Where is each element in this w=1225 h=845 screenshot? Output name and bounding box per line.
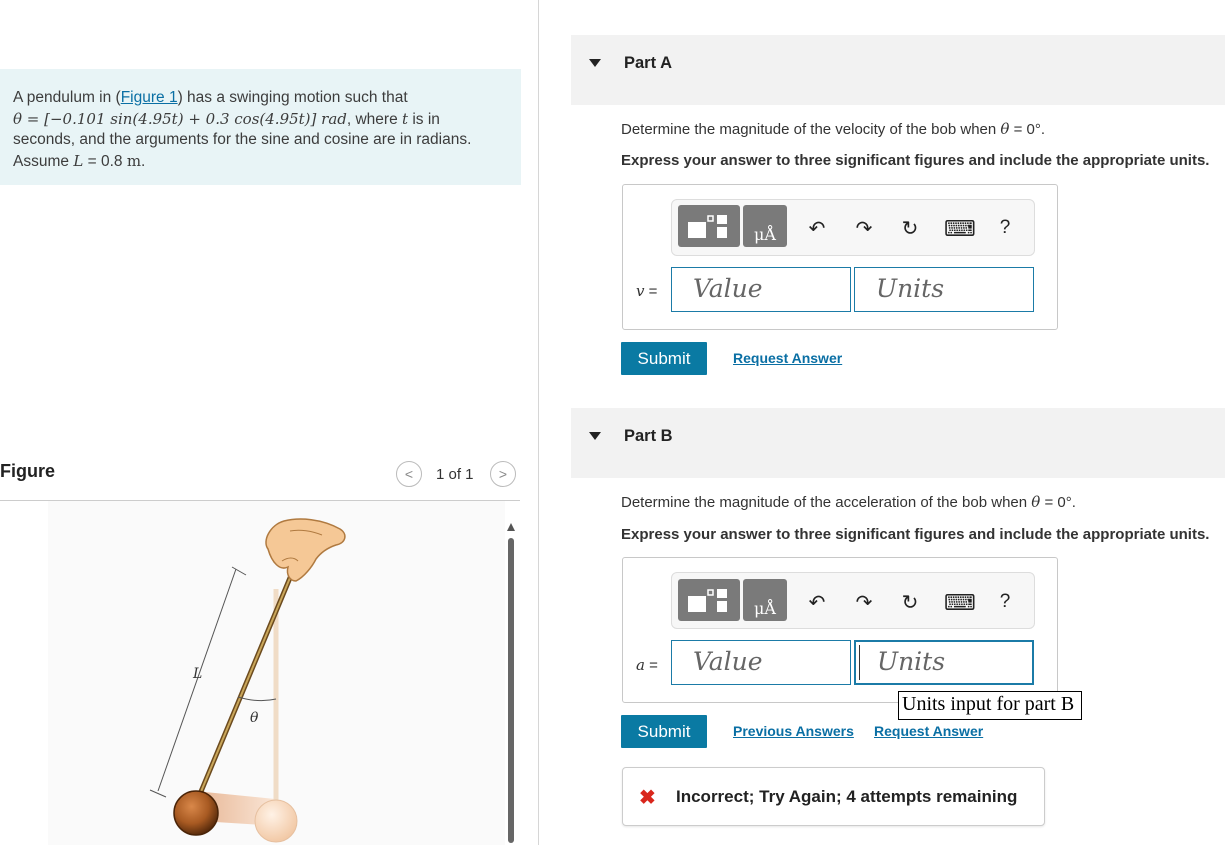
redo-icon[interactable]: ↷ [852, 216, 876, 241]
chevron-left-icon: < [404, 466, 414, 482]
reset-icon[interactable]: ↻ [898, 216, 922, 241]
acceleration-variable: a [636, 656, 645, 674]
scrollbar-thumb[interactable] [508, 538, 514, 843]
part-a-request-answer-link[interactable]: Request Answer [733, 350, 842, 366]
question-text: = 0°. [1040, 494, 1076, 511]
keyboard-icon[interactable]: ⌨ [944, 216, 976, 242]
problem-statement: A pendulum in (Figure 1) has a swinging … [13, 88, 513, 172]
problem-text: . [141, 152, 146, 170]
equals-sign: = [644, 657, 658, 674]
problem-text: seconds, and the arguments for the sine … [13, 131, 472, 148]
question-text: = 0°. [1009, 121, 1046, 138]
undo-icon[interactable]: ↶ [805, 590, 829, 615]
question-text: Determine the magnitude of the accelerat… [621, 494, 1032, 511]
part-b-request-answer-link[interactable]: Request Answer [874, 723, 983, 739]
scroll-up-arrow[interactable] [507, 523, 515, 531]
pendulum-bob [173, 790, 219, 836]
part-a-value-input[interactable]: Value [671, 267, 851, 312]
question-text: Determine the magnitude of the velocity … [621, 121, 1001, 138]
help-icon[interactable]: ? [993, 591, 1017, 613]
part-a-submit-button[interactable]: Submit [621, 342, 707, 375]
figure-link[interactable]: Figure 1 [121, 89, 178, 106]
length-unit: m [126, 151, 142, 170]
units-symbol-button[interactable]: μÅ [743, 205, 787, 247]
chevron-right-icon: > [498, 466, 508, 482]
templates-button[interactable] [678, 205, 740, 247]
angle-label: θ [250, 710, 259, 726]
part-b-instruction: Express your answer to three significant… [621, 526, 1210, 543]
part-a-units-input[interactable]: Units [854, 267, 1034, 312]
part-b-question: Determine the magnitude of the accelerat… [621, 493, 1076, 511]
incorrect-icon: ✖ [639, 787, 656, 809]
velocity-label: v = [636, 282, 657, 300]
part-b-title: Part B [624, 427, 673, 445]
undo-icon[interactable]: ↶ [805, 216, 829, 241]
part-b-units-input[interactable]: Units [854, 640, 1034, 685]
keyboard-icon[interactable]: ⌨ [944, 590, 976, 616]
figure-prev-button[interactable]: < [396, 461, 422, 487]
redo-icon[interactable]: ↷ [852, 590, 876, 615]
collapse-triangle-icon[interactable] [589, 59, 601, 67]
collapse-triangle-icon[interactable] [589, 432, 601, 440]
equals-sign: = [644, 283, 658, 300]
units-symbol-icon: μÅ [754, 225, 776, 244]
previous-answers-link[interactable]: Previous Answers [733, 723, 854, 739]
problem-text: , where [346, 110, 403, 128]
text-cursor [859, 645, 860, 680]
units-symbol-icon: μÅ [754, 599, 776, 618]
column-divider [538, 0, 539, 845]
part-b-value-input[interactable]: Value [671, 640, 851, 685]
part-a-question: Determine the magnitude of the velocity … [621, 120, 1045, 138]
feedback-message: Incorrect; Try Again; 4 attempts remaini… [676, 787, 1018, 806]
rest-bob [254, 799, 298, 843]
problem-text: Assume [13, 152, 74, 170]
length-value: = 0.8 [83, 152, 127, 170]
acceleration-label: a = [636, 656, 658, 674]
units-input-tooltip: Units input for part B [898, 691, 1082, 720]
figure-scrollbar[interactable] [506, 512, 516, 845]
problem-text: ) has a swinging motion such that [177, 89, 408, 106]
templates-button[interactable] [678, 579, 740, 621]
figure-page-count: 1 of 1 [436, 466, 474, 483]
length-variable: L [73, 151, 84, 170]
part-a-instruction: Express your answer to three significant… [621, 152, 1210, 169]
problem-text: A pendulum in ( [13, 89, 121, 106]
problem-text: is in [408, 110, 440, 128]
templates-icon [688, 215, 727, 238]
units-symbol-button[interactable]: μÅ [743, 579, 787, 621]
feedback-box: ✖ Incorrect; Try Again; 4 attempts remai… [622, 767, 1045, 826]
reset-icon[interactable]: ↻ [898, 590, 922, 615]
figure-title: Figure [0, 461, 56, 481]
figure-next-button[interactable]: > [490, 461, 516, 487]
motion-equation: θ = [−0.101 sin(4.95t) + 0.3 cos(4.95t)]… [13, 109, 347, 128]
templates-icon [688, 589, 727, 612]
part-b-submit-button[interactable]: Submit [621, 715, 707, 748]
pendulum-figure: L θ [48, 501, 505, 845]
help-icon[interactable]: ? [993, 217, 1017, 239]
part-a-title: Part A [624, 54, 672, 72]
theta-variable: θ [1031, 493, 1041, 511]
length-label: L [192, 666, 202, 682]
